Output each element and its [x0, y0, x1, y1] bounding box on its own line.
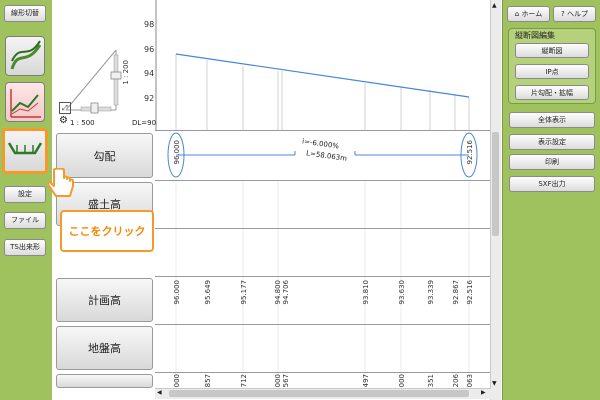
longitudinal-button[interactable]: 縦断図	[515, 43, 589, 58]
plan-height-value: 95.177	[240, 280, 248, 305]
gradient-start-value: 96.000	[173, 140, 181, 165]
help-label: ヘルプ	[566, 10, 588, 18]
horizontal-scroll-thumb[interactable]	[169, 390, 469, 397]
ground-height-row-button[interactable]: 地盤高	[56, 326, 153, 370]
cross-slope-button[interactable]: 片勾配・拡幅	[515, 85, 589, 100]
vertical-scrollbar[interactable]: ▲ ▼	[490, 0, 501, 400]
plan-height-value: 92.516	[466, 280, 474, 305]
display-settings-button[interactable]: 表示設定	[509, 134, 595, 150]
scroll-right-arrow-icon[interactable]: ▶	[481, 389, 486, 396]
sxf-export-button[interactable]: SXF出力	[509, 176, 595, 192]
horizontal-scrollbar[interactable]: ◀ ▶	[155, 388, 491, 399]
hand-pointer-icon	[47, 168, 74, 197]
plan-height-value: 93.339	[427, 280, 435, 305]
file-button[interactable]: ファイル	[4, 212, 46, 229]
fit-view-icon[interactable]: ⤢	[59, 102, 71, 114]
profile-line	[175, 53, 470, 98]
ground-height-value: 000	[274, 374, 282, 388]
home-icon: ⌂	[514, 10, 520, 18]
plan-height-row-button[interactable]: 計画高	[56, 278, 153, 322]
cross-section-tool-button[interactable]	[2, 128, 48, 174]
settings-gear-icon[interactable]: ⚙	[59, 116, 68, 126]
scroll-down-arrow-icon[interactable]: ▼	[492, 380, 497, 387]
home-button[interactable]: ⌂ ホーム	[507, 6, 550, 22]
profile-plot	[155, 0, 478, 388]
home-label: ホーム	[521, 10, 543, 18]
plan-height-value: 94.706	[282, 280, 290, 305]
plan-height-value: 93.810	[362, 280, 370, 305]
y-tick-96: 96	[144, 45, 155, 54]
ground-height-value: 497	[362, 374, 370, 388]
settings-button[interactable]: 設定	[4, 186, 46, 203]
plan-height-value: 94.800	[274, 280, 282, 305]
print-button[interactable]: 印刷	[509, 154, 595, 170]
longitudinal-edit-group: 縦断図編集 縦断図 IP点 片勾配・拡幅	[508, 28, 596, 104]
plan-height-value: 93.630	[398, 280, 406, 305]
cross-section-icon	[7, 142, 43, 155]
row-divider	[155, 130, 491, 131]
show-all-button[interactable]: 全体表示	[509, 112, 595, 128]
next-row-button[interactable]	[56, 374, 153, 388]
scroll-up-arrow-icon[interactable]: ▲	[492, 2, 497, 9]
ground-height-value: 000	[398, 374, 406, 388]
row-divider	[155, 372, 491, 373]
scale-panel: 1 : 200 ⤢ ⚙ 1 : 500 DL=90	[56, 0, 156, 130]
row-divider	[155, 276, 491, 277]
ground-height-value: 712	[240, 374, 248, 388]
scale-vertical-label: 1 : 200	[122, 60, 130, 85]
ground-height-value: 351	[427, 374, 435, 388]
row-divider	[155, 228, 491, 229]
alignment-curve-icon	[10, 40, 42, 70]
ground-height-value: 000	[173, 374, 181, 388]
ip-point-button[interactable]: IP点	[515, 64, 589, 79]
ground-height-value: 206	[452, 374, 460, 388]
click-here-callout: ここをクリック	[60, 210, 154, 252]
help-button[interactable]: ? ヘルプ	[553, 6, 596, 22]
scroll-left-arrow-icon[interactable]: ◀	[157, 389, 162, 396]
vertical-scroll-thumb[interactable]	[492, 132, 499, 236]
ground-height-value: 567	[282, 374, 290, 388]
profile-chart-icon	[10, 89, 41, 118]
ground-height-value: 857	[204, 374, 212, 388]
gradient-end-value: 92.516	[466, 140, 474, 165]
ground-height-value: 063	[466, 374, 474, 388]
help-icon: ?	[561, 10, 565, 18]
datum-level-label: DL=90	[132, 119, 157, 127]
right-panel: ⌂ ホーム ? ヘルプ 縦断図編集 縦断図 IP点 片勾配・拡幅 全体表示 表示…	[502, 0, 600, 400]
scale-horizontal-label: 1 : 500	[70, 119, 95, 127]
plan-height-value: 95.649	[204, 280, 212, 305]
y-tick-98: 98	[144, 20, 155, 29]
plan-height-value: 92.867	[452, 280, 460, 305]
shape-switch-button[interactable]: 線形切替	[4, 5, 46, 22]
row-divider	[155, 324, 491, 325]
y-tick-92: 92	[144, 94, 155, 103]
scale-triangle	[65, 49, 122, 114]
group-title: 縦断図編集	[515, 31, 555, 40]
plan-height-value: 96.000	[173, 280, 181, 305]
profile-tool-button[interactable]	[5, 82, 45, 122]
alignment-tool-button[interactable]	[5, 36, 45, 76]
ts-export-button[interactable]: TS出来形	[4, 239, 46, 256]
y-tick-94: 94	[144, 69, 155, 78]
profile-view: 1 : 200 ⤢ ⚙ 1 : 500 DL=90 98 96 94 92 勾配…	[52, 0, 502, 400]
row-divider	[155, 180, 491, 181]
